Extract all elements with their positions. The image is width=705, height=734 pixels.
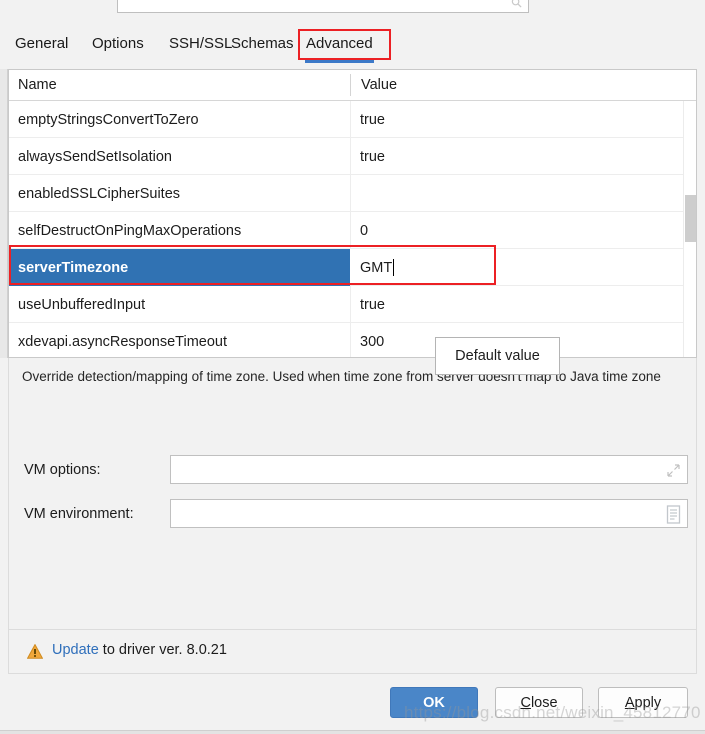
- table-row[interactable]: alwaysSendSetIsolation true: [9, 138, 696, 175]
- text-caret: [393, 259, 395, 276]
- close-button-label-rest: lose: [530, 694, 558, 711]
- ok-button[interactable]: OK: [390, 687, 478, 718]
- settings-tabs: General Options SSH/SSL Schemas Advanced: [0, 26, 705, 64]
- tab-advanced[interactable]: Advanced: [303, 33, 376, 63]
- close-button-mnemonic: C: [520, 694, 531, 711]
- table-scrollbar-thumb[interactable]: [685, 195, 696, 242]
- property-value-editor-server-timezone[interactable]: GMT: [351, 249, 696, 286]
- expand-icon[interactable]: [667, 464, 680, 477]
- tab-general[interactable]: General: [12, 33, 71, 54]
- apply-button-label-rest: pply: [634, 694, 662, 711]
- property-description: Override detection/mapping of time zone.…: [22, 369, 661, 384]
- table-row[interactable]: xdevapi.asyncResponseTimeout 300: [9, 323, 696, 357]
- tab-options[interactable]: Options: [89, 33, 147, 54]
- table-rows: emptyStringsConvertToZero true alwaysSen…: [9, 101, 696, 357]
- apply-button-mnemonic: A: [624, 694, 635, 711]
- table-scrollbar[interactable]: [683, 101, 696, 357]
- document-list-icon[interactable]: [666, 505, 681, 524]
- vm-environment-input[interactable]: [170, 499, 688, 528]
- search-input[interactable]: [117, 0, 529, 13]
- table-row[interactable]: useUnbufferedInput true: [9, 286, 696, 323]
- table-header: Name Value: [9, 70, 696, 101]
- vm-options-input[interactable]: [170, 455, 688, 484]
- driver-update-text: Update to driver ver. 8.0.21: [52, 642, 227, 658]
- search-icon: [511, 0, 522, 8]
- driver-update-bar: Update to driver ver. 8.0.21: [8, 629, 697, 674]
- property-value-cell[interactable]: 0: [351, 212, 696, 249]
- update-link[interactable]: Update: [52, 642, 99, 658]
- apply-button[interactable]: Apply: [598, 687, 688, 718]
- property-value-cell[interactable]: true: [351, 101, 696, 138]
- property-name-cell[interactable]: selfDestructOnPingMaxOperations: [9, 212, 350, 249]
- table-row[interactable]: selfDestructOnPingMaxOperations 0: [9, 212, 696, 249]
- table-row-server-timezone[interactable]: serverTimezone GMT: [9, 249, 696, 286]
- vm-options-label: VM options:: [24, 462, 101, 478]
- top-strip: [0, 0, 705, 24]
- property-name-cell[interactable]: useUnbufferedInput: [9, 286, 350, 323]
- vm-environment-label: VM environment:: [24, 506, 134, 522]
- left-rail-bottom: [0, 358, 8, 629]
- advanced-settings-dialog: General Options SSH/SSL Schemas Advanced…: [0, 0, 705, 734]
- column-divider[interactable]: [350, 74, 351, 96]
- table-row[interactable]: emptyStringsConvertToZero true: [9, 101, 696, 138]
- lower-panel: [8, 358, 697, 629]
- dialog-button-bar: OK Close Apply: [0, 674, 705, 734]
- property-name-cell[interactable]: alwaysSendSetIsolation: [9, 138, 350, 175]
- tooltip-default-value: Default value: [435, 337, 560, 375]
- column-header-name[interactable]: Name: [18, 77, 57, 93]
- column-header-value[interactable]: Value: [361, 77, 397, 93]
- tab-ssh-ssl[interactable]: SSH/SSL: [166, 33, 235, 54]
- property-name-cell[interactable]: enabledSSLCipherSuites: [9, 175, 350, 212]
- properties-table: Name Value emptyStringsConvertToZero tru…: [8, 69, 697, 358]
- table-row[interactable]: enabledSSLCipherSuites: [9, 175, 696, 212]
- property-name-cell-server-timezone[interactable]: serverTimezone: [9, 249, 350, 286]
- property-name-cell[interactable]: xdevapi.asyncResponseTimeout: [9, 323, 350, 357]
- property-value-cell[interactable]: true: [351, 286, 696, 323]
- close-button[interactable]: Close: [495, 687, 583, 718]
- dialog-bottom-edge: [0, 730, 705, 734]
- property-value-cell[interactable]: [351, 175, 696, 212]
- left-rail-top: [0, 69, 8, 358]
- property-name-cell[interactable]: emptyStringsConvertToZero: [9, 101, 350, 138]
- tab-schemas[interactable]: Schemas: [228, 33, 297, 54]
- warning-triangle-icon: [27, 644, 43, 659]
- property-value-text: GMT: [360, 259, 393, 276]
- property-value-cell[interactable]: true: [351, 138, 696, 175]
- update-rest-text: to driver ver. 8.0.21: [98, 642, 227, 658]
